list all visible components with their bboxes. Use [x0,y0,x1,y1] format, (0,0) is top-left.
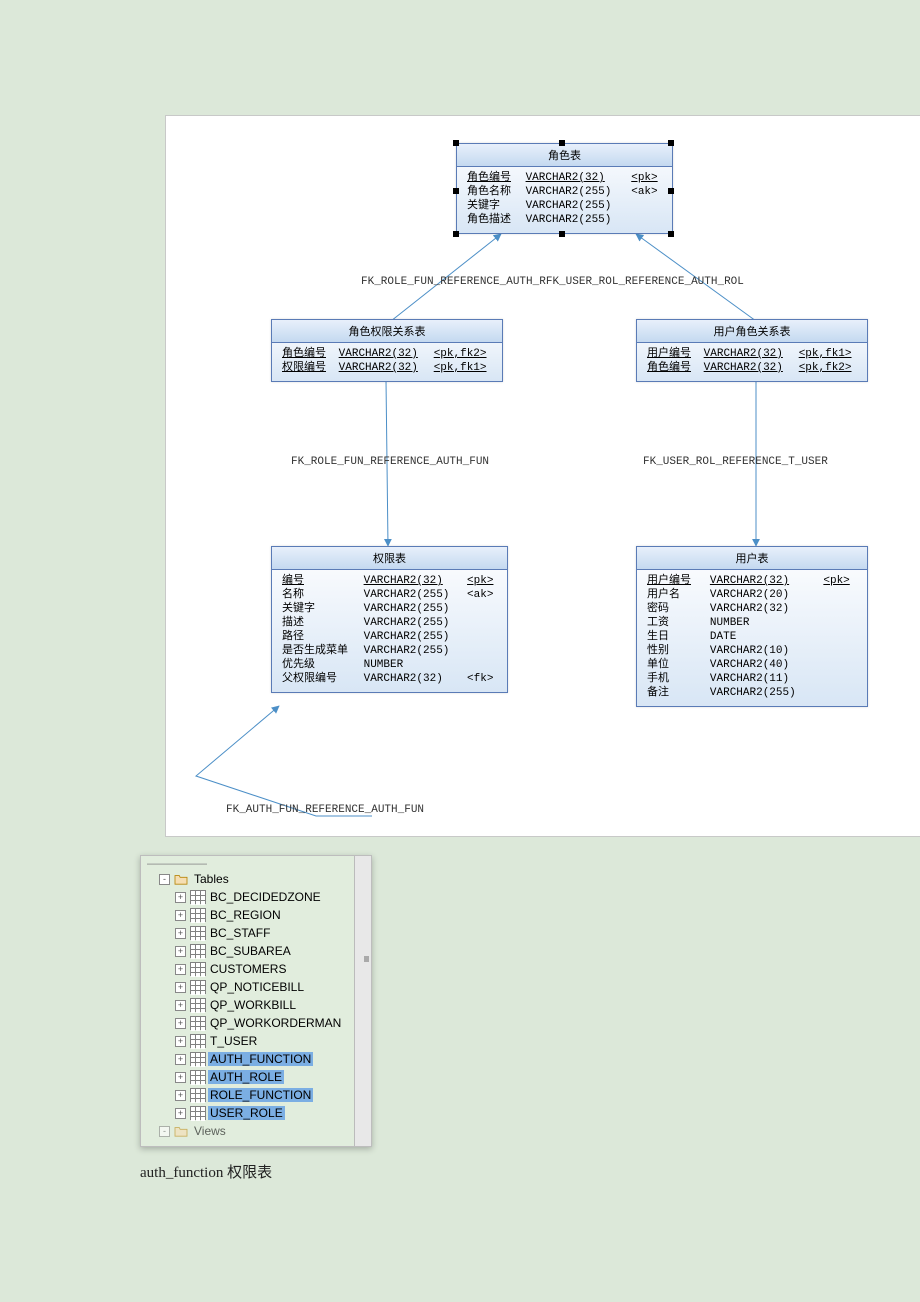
selection-handle[interactable] [668,188,674,194]
entity-role-title: 角色表 [457,144,672,167]
expand-icon[interactable]: + [175,964,186,975]
entity-role[interactable]: 角色表 角色编号VARCHAR2(32)<pk>角色名称VARCHAR2(255… [456,143,673,234]
tree-item[interactable]: + BC_DECIDEDZONE [141,888,371,906]
collapse-icon[interactable]: - [159,1126,170,1137]
tree-item[interactable]: + BC_REGION [141,906,371,924]
table-icon [190,944,204,958]
table-icon [190,998,204,1012]
entity-role-fun-title: 角色权限关系表 [272,320,502,343]
folder-icon [174,1125,188,1137]
entity-user-role-columns: 用户编号VARCHAR2(32)<pk,fk1>角色编号VARCHAR2(32)… [643,347,861,375]
folder-icon [174,873,188,885]
selection-handle[interactable] [559,231,565,237]
tree-item-label: AUTH_ROLE [208,1070,284,1084]
cut-top: ————— [141,856,371,870]
collapse-icon[interactable]: - [159,874,170,885]
tree-folder-label: Tables [192,872,231,886]
entity-function[interactable]: 权限表 编号VARCHAR2(32)<pk>名称VARCHAR2(255)<ak… [271,546,508,693]
tree-item[interactable]: + ROLE_FUNCTION [141,1086,371,1104]
tree-item[interactable]: + BC_SUBAREA [141,942,371,960]
scrollbar[interactable] [354,856,371,1146]
tree-item[interactable]: + AUTH_ROLE [141,1068,371,1086]
expand-icon[interactable]: + [175,910,186,921]
expand-icon[interactable]: + [175,1054,186,1065]
entity-user-title: 用户表 [637,547,867,570]
table-icon [190,1070,204,1084]
tree-folder-label: Views [192,1124,228,1138]
entity-role-columns: 角色编号VARCHAR2(32)<pk>角色名称VARCHAR2(255)<ak… [463,171,666,227]
table-icon [190,926,204,940]
tree-item-label: BC_REGION [208,908,283,922]
er-diagram-canvas[interactable]: 角色表 角色编号VARCHAR2(32)<pk>角色名称VARCHAR2(255… [165,115,920,837]
selection-handle[interactable] [668,231,674,237]
entity-role-fun[interactable]: 角色权限关系表 角色编号VARCHAR2(32)<pk,fk2>权限编号VARC… [271,319,503,382]
selection-handle[interactable] [453,140,459,146]
tree-item-label: BC_SUBAREA [208,944,293,958]
tree-item[interactable]: + QP_WORKBILL [141,996,371,1014]
caption-text: auth_function 权限表 [140,1161,920,1182]
tree-item[interactable]: + BC_STAFF [141,924,371,942]
expand-icon[interactable]: + [175,946,186,957]
fk-label: FK_AUTH_FUN_REFERENCE_AUTH_FUN [226,804,424,816]
tree-item-label: AUTH_FUNCTION [208,1052,313,1066]
expand-icon[interactable]: + [175,982,186,993]
tree-item-label: ROLE_FUNCTION [208,1088,313,1102]
tree-item-label: QP_WORKORDERMAN [208,1016,343,1030]
expand-icon[interactable]: + [175,892,186,903]
table-icon [190,1016,204,1030]
tree-item-label: T_USER [208,1034,259,1048]
tree-item[interactable]: + T_USER [141,1032,371,1050]
table-icon [190,908,204,922]
tree-item[interactable]: + USER_ROLE [141,1104,371,1122]
entity-function-title: 权限表 [272,547,507,570]
tables-tree-panel[interactable]: ————— - Tables + BC_DECIDEDZONE + BC_REGION… [140,855,372,1147]
table-icon [190,890,204,904]
entity-role-fun-columns: 角色编号VARCHAR2(32)<pk,fk2>权限编号VARCHAR2(32)… [278,347,496,375]
selection-handle[interactable] [559,140,565,146]
tree-item-label: CUSTOMERS [208,962,288,976]
table-icon [190,1088,204,1102]
table-icon [190,1106,204,1120]
tree-item-label: BC_STAFF [208,926,272,940]
entity-user-role[interactable]: 用户角色关系表 用户编号VARCHAR2(32)<pk,fk1>角色编号VARC… [636,319,868,382]
scrollbar-thumb[interactable] [364,956,369,962]
tree-item-label: USER_ROLE [208,1106,285,1120]
table-icon [190,980,204,994]
tree-item-label: QP_NOTICEBILL [208,980,306,994]
expand-icon[interactable]: + [175,1018,186,1029]
expand-icon[interactable]: + [175,1000,186,1011]
tree-item[interactable]: + QP_WORKORDERMAN [141,1014,371,1032]
fk-label: FK_USER_ROL_REFERENCE_T_USER [643,456,828,468]
expand-icon[interactable]: + [175,1072,186,1083]
tree-folder-views-cut[interactable]: - Views [141,1122,371,1140]
entity-user-role-title: 用户角色关系表 [637,320,867,343]
tree-item-label: BC_DECIDEDZONE [208,890,323,904]
selection-handle[interactable] [453,231,459,237]
expand-icon[interactable]: + [175,1090,186,1101]
tree-item[interactable]: + CUSTOMERS [141,960,371,978]
expand-icon[interactable]: + [175,928,186,939]
tree-item[interactable]: + AUTH_FUNCTION [141,1050,371,1068]
entity-user-columns: 用户编号VARCHAR2(32)<pk>用户名VARCHAR2(20)密码VAR… [643,574,861,700]
fk-label: FK_ROLE_FUN_REFERENCE_AUTH_RFK_USER_ROL_… [361,276,744,288]
tree-folder-tables[interactable]: - Tables [141,870,371,888]
table-icon [190,1034,204,1048]
selection-handle[interactable] [453,188,459,194]
fk-label: FK_ROLE_FUN_REFERENCE_AUTH_FUN [291,456,489,468]
entity-function-columns: 编号VARCHAR2(32)<pk>名称VARCHAR2(255)<ak>关键字… [278,574,501,686]
table-icon [190,1052,204,1066]
selection-handle[interactable] [668,140,674,146]
expand-icon[interactable]: + [175,1108,186,1119]
tree-item[interactable]: + QP_NOTICEBILL [141,978,371,996]
tree-item-label: QP_WORKBILL [208,998,298,1012]
entity-user[interactable]: 用户表 用户编号VARCHAR2(32)<pk>用户名VARCHAR2(20)密… [636,546,868,707]
expand-icon[interactable]: + [175,1036,186,1047]
table-icon [190,962,204,976]
